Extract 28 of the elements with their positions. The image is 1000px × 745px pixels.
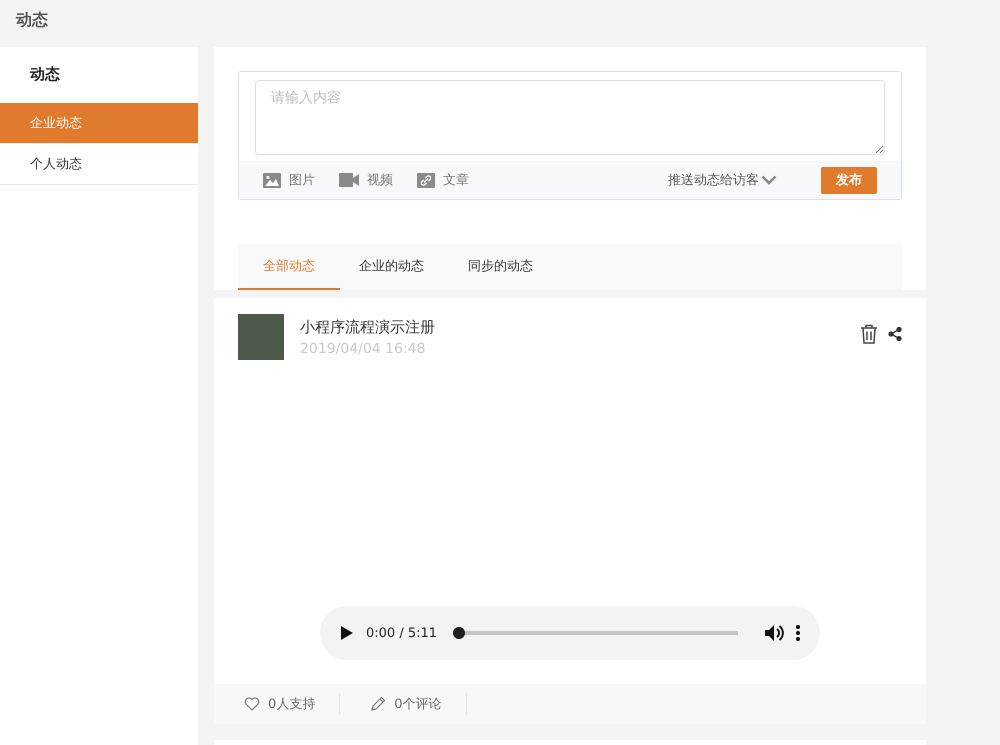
link-icon (417, 172, 435, 188)
audio-progress-thumb[interactable] (453, 627, 466, 639)
photo-placeholder (238, 314, 284, 360)
publish-button[interactable]: 发布 (821, 166, 877, 194)
content-input-field[interactable]: 请输入内容 (255, 80, 885, 155)
image-icon (263, 172, 281, 188)
share-icon[interactable] (888, 327, 902, 341)
page-title: 动态 (14, 8, 49, 30)
chevron-down-icon (761, 175, 777, 185)
sidebar-item[interactable]: 个人动态 (0, 144, 198, 185)
comment-button[interactable]: 0个评论 (364, 693, 467, 715)
tab[interactable]: 全部动态 (238, 244, 340, 290)
post-title: 小程序流程演示注册 (300, 317, 435, 337)
play-icon[interactable] (340, 625, 354, 641)
sidebar-item[interactable]: 企业动态 (0, 103, 198, 144)
pencil-icon (370, 696, 386, 712)
more-options-icon[interactable] (796, 625, 800, 641)
push-dropdown[interactable]: 推送动态给访客 (668, 171, 777, 189)
heart-icon (244, 697, 260, 711)
like-button[interactable]: 0人支持 (238, 693, 340, 715)
image-tool-button[interactable]: 图片 (263, 171, 315, 189)
article-tool-button[interactable]: 文章 (417, 171, 469, 189)
video-camera-icon (339, 173, 359, 187)
video-tool-button[interactable]: 视频 (339, 171, 393, 189)
sidebar-title: 动态 (28, 64, 61, 85)
volume-icon[interactable] (764, 624, 784, 642)
audio-time: 0:00 / 5:11 (366, 626, 438, 640)
trash-icon[interactable] (860, 324, 878, 344)
